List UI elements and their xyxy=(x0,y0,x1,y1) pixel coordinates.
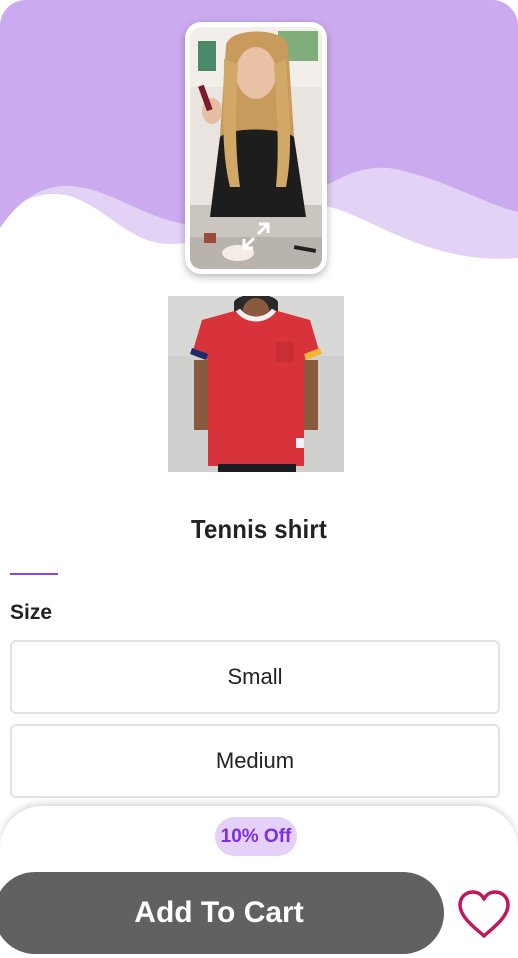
product-title: Tennis shirt xyxy=(190,514,327,544)
expand-icon[interactable] xyxy=(240,220,272,252)
product-image[interactable] xyxy=(168,296,344,472)
size-option-label: Small xyxy=(227,664,283,689)
size-option-medium[interactable]: Medium xyxy=(10,724,500,798)
video-thumbnail[interactable] xyxy=(185,22,327,274)
size-label: Size xyxy=(10,601,53,624)
size-option-small[interactable]: Small xyxy=(10,640,500,714)
product-screen: Tennis shirt Size Small Medium 10% Off A… xyxy=(0,0,518,958)
accent-divider xyxy=(10,573,58,575)
size-option-label: Medium xyxy=(215,748,295,773)
add-to-cart-button[interactable]: Add To Cart xyxy=(0,872,444,954)
discount-badge: 10% Off xyxy=(215,817,297,856)
heart-icon[interactable] xyxy=(456,888,512,940)
add-to-cart-label: Add To Cart xyxy=(134,896,304,929)
